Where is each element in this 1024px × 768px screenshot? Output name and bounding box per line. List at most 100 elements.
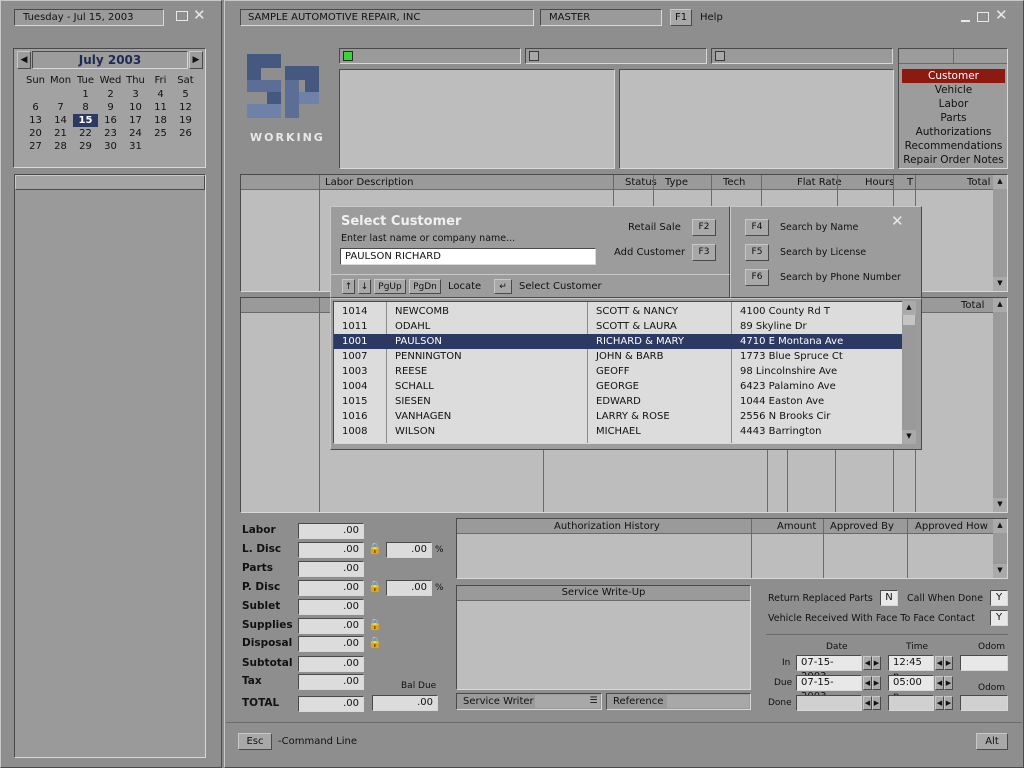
done-date-field[interactable] [796, 695, 862, 711]
add-customer-f3-key[interactable]: F3 [692, 244, 716, 261]
calendar-day[interactable]: 14 [48, 114, 73, 127]
calendar-day[interactable]: 25 [148, 127, 173, 140]
in-time-next[interactable]: ▶ [944, 656, 953, 670]
calendar-day[interactable]: 13 [23, 114, 48, 127]
search-by-phone-f6-key[interactable]: F6 [745, 269, 769, 286]
done-date-next[interactable]: ▶ [872, 696, 881, 710]
totals-p_disc-percent-field[interactable]: .00 [386, 580, 432, 596]
menu-item-customer[interactable]: Customer [902, 69, 1005, 83]
customer-row[interactable]: 1003 REESE GEOFF 98 Lincolnshire Ave [334, 364, 902, 379]
reference-field[interactable]: Reference [606, 693, 751, 710]
calendar-day[interactable]: 7 [48, 101, 73, 114]
window-minimize-icon[interactable] [961, 20, 970, 22]
calendar-prev-button[interactable]: ◀ [17, 51, 31, 69]
calendar-day[interactable]: 19 [173, 114, 198, 127]
lock-icon[interactable]: 🔒 [368, 580, 382, 593]
customer-row[interactable]: 1007 PENNINGTON JOHN & BARB 1773 Blue Spruc… [334, 349, 902, 364]
calendar-day[interactable]: 12 [173, 101, 198, 114]
done-time-field[interactable] [888, 695, 934, 711]
call-when-done-toggle[interactable]: Y [990, 590, 1008, 606]
due-time-field[interactable]: 05:00 p [888, 675, 934, 702]
return-parts-toggle[interactable]: N [880, 590, 898, 606]
in-date-next[interactable]: ▶ [872, 656, 881, 670]
due-date-next[interactable]: ▶ [872, 676, 881, 690]
customer-row[interactable]: 1008 WILSON MICHAEL 4443 Barrington [334, 424, 902, 439]
menu-item-authorizations[interactable]: Authorizations [902, 125, 1005, 139]
due-date-field[interactable]: 07-15-2003 [796, 675, 862, 702]
calendar-day[interactable]: 20 [23, 127, 48, 140]
lock-icon[interactable]: 🔒 [368, 542, 382, 555]
tab-indicator-1[interactable] [339, 48, 521, 64]
calendar-day[interactable]: 21 [48, 127, 73, 140]
calendar-day[interactable]: 2 [98, 88, 123, 101]
close-icon[interactable]: ✕ [193, 7, 206, 23]
calendar-day[interactable]: 8 [73, 101, 98, 114]
due-time-next[interactable]: ▶ [944, 676, 953, 690]
calendar-day[interactable]: 23 [98, 127, 123, 140]
done-time-prev[interactable]: ◀ [935, 696, 944, 710]
calendar-day[interactable]: 18 [148, 114, 173, 127]
service-writer-field[interactable]: Service Writer ☰ [456, 693, 602, 710]
calendar-next-button[interactable]: ▶ [189, 51, 203, 69]
calendar-day[interactable]: 16 [98, 114, 123, 127]
calendar-day[interactable]: 11 [148, 101, 173, 114]
alt-key[interactable]: Alt [976, 733, 1008, 750]
menu-item-recommendations[interactable]: Recommendations [902, 139, 1005, 153]
retail-sale-f2-key[interactable]: F2 [692, 219, 716, 236]
nav-up-key[interactable]: ↑ [342, 279, 355, 294]
in-time-prev[interactable]: ◀ [935, 656, 944, 670]
calendar-day[interactable]: 30 [98, 140, 123, 153]
menu-item-labor[interactable]: Labor [902, 97, 1005, 111]
calendar-day[interactable]: 15 [73, 114, 98, 127]
menu-item-parts[interactable]: Parts [902, 111, 1005, 125]
in-date-prev[interactable]: ◀ [863, 656, 872, 670]
calendar-day[interactable]: 5 [173, 88, 198, 101]
tab-indicator-2[interactable] [525, 48, 707, 64]
done-odom-field[interactable] [960, 695, 1008, 711]
customer-row[interactable]: 1011 ODAHL SCOTT & LAURA 89 Skyline Dr [334, 319, 902, 334]
due-time-prev[interactable]: ◀ [935, 676, 944, 690]
calendar-day[interactable]: 28 [48, 140, 73, 153]
customer-row[interactable]: 1001 PAULSON RICHARD & MARY 4710 E Montana … [334, 334, 902, 349]
lock-icon[interactable]: 🔒 [368, 618, 382, 631]
search-by-name-f4-key[interactable]: F4 [745, 219, 769, 236]
calendar-day[interactable]: 26 [173, 127, 198, 140]
search-by-license-f5-key[interactable]: F5 [745, 244, 769, 261]
dialog-close-icon[interactable]: ✕ [891, 212, 904, 230]
in-time-field[interactable]: 12:45 p [888, 655, 934, 682]
due-date-prev[interactable]: ◀ [863, 676, 872, 690]
calendar-day[interactable]: 1 [73, 88, 98, 101]
service-writer-list-icon[interactable]: ☰ [587, 695, 600, 708]
customer-row[interactable]: 1015 SIESEN EDWARD 1044 Easton Ave [334, 394, 902, 409]
auth-scrollbar[interactable]: ▲ ▼ [993, 519, 1007, 578]
calendar-day[interactable]: 10 [123, 101, 148, 114]
calendar-day[interactable]: 9 [98, 101, 123, 114]
lock-icon[interactable]: 🔒 [368, 636, 382, 649]
menu-item-vehicle[interactable]: Vehicle [902, 83, 1005, 97]
tab-indicator-3[interactable] [711, 48, 893, 64]
pgdn-key[interactable]: PgDn [409, 279, 441, 294]
calendar-day[interactable]: 22 [73, 127, 98, 140]
enter-key[interactable]: ↵ [494, 279, 512, 294]
totals-l_disc-percent-field[interactable]: .00 [386, 542, 432, 558]
calendar-day[interactable]: 17 [123, 114, 148, 127]
nav-down-key[interactable]: ↓ [358, 279, 371, 294]
menu-item-repair-order-notes[interactable]: Repair Order Notes [902, 153, 1005, 167]
done-date-prev[interactable]: ◀ [863, 696, 872, 710]
parts-scrollbar[interactable]: ▲ ▼ [993, 298, 1007, 512]
customer-row[interactable]: 1004 SCHALL GEORGE 6423 Palamino Ave [334, 379, 902, 394]
calendar-day[interactable]: 4 [148, 88, 173, 101]
customer-list-scrollbar[interactable]: ▲ ▼ [902, 301, 916, 444]
calendar-day[interactable]: 6 [23, 101, 48, 114]
window-restore-icon[interactable] [977, 12, 989, 22]
f1-help-key[interactable]: F1 [670, 9, 692, 26]
customer-row[interactable]: 1016 VANHAGEN LARRY & ROSE 2556 N Brooks Ci… [334, 409, 902, 424]
calendar-day[interactable]: 27 [23, 140, 48, 153]
in-odom-field[interactable] [960, 655, 1008, 671]
customer-search-input[interactable]: PAULSON RICHARD [340, 248, 596, 265]
calendar-day[interactable]: 24 [123, 127, 148, 140]
calendar-day[interactable]: 31 [123, 140, 148, 153]
calendar-day[interactable]: 3 [123, 88, 148, 101]
in-date-field[interactable]: 07-15-2003 [796, 655, 862, 682]
pgup-key[interactable]: PgUp [374, 279, 406, 294]
